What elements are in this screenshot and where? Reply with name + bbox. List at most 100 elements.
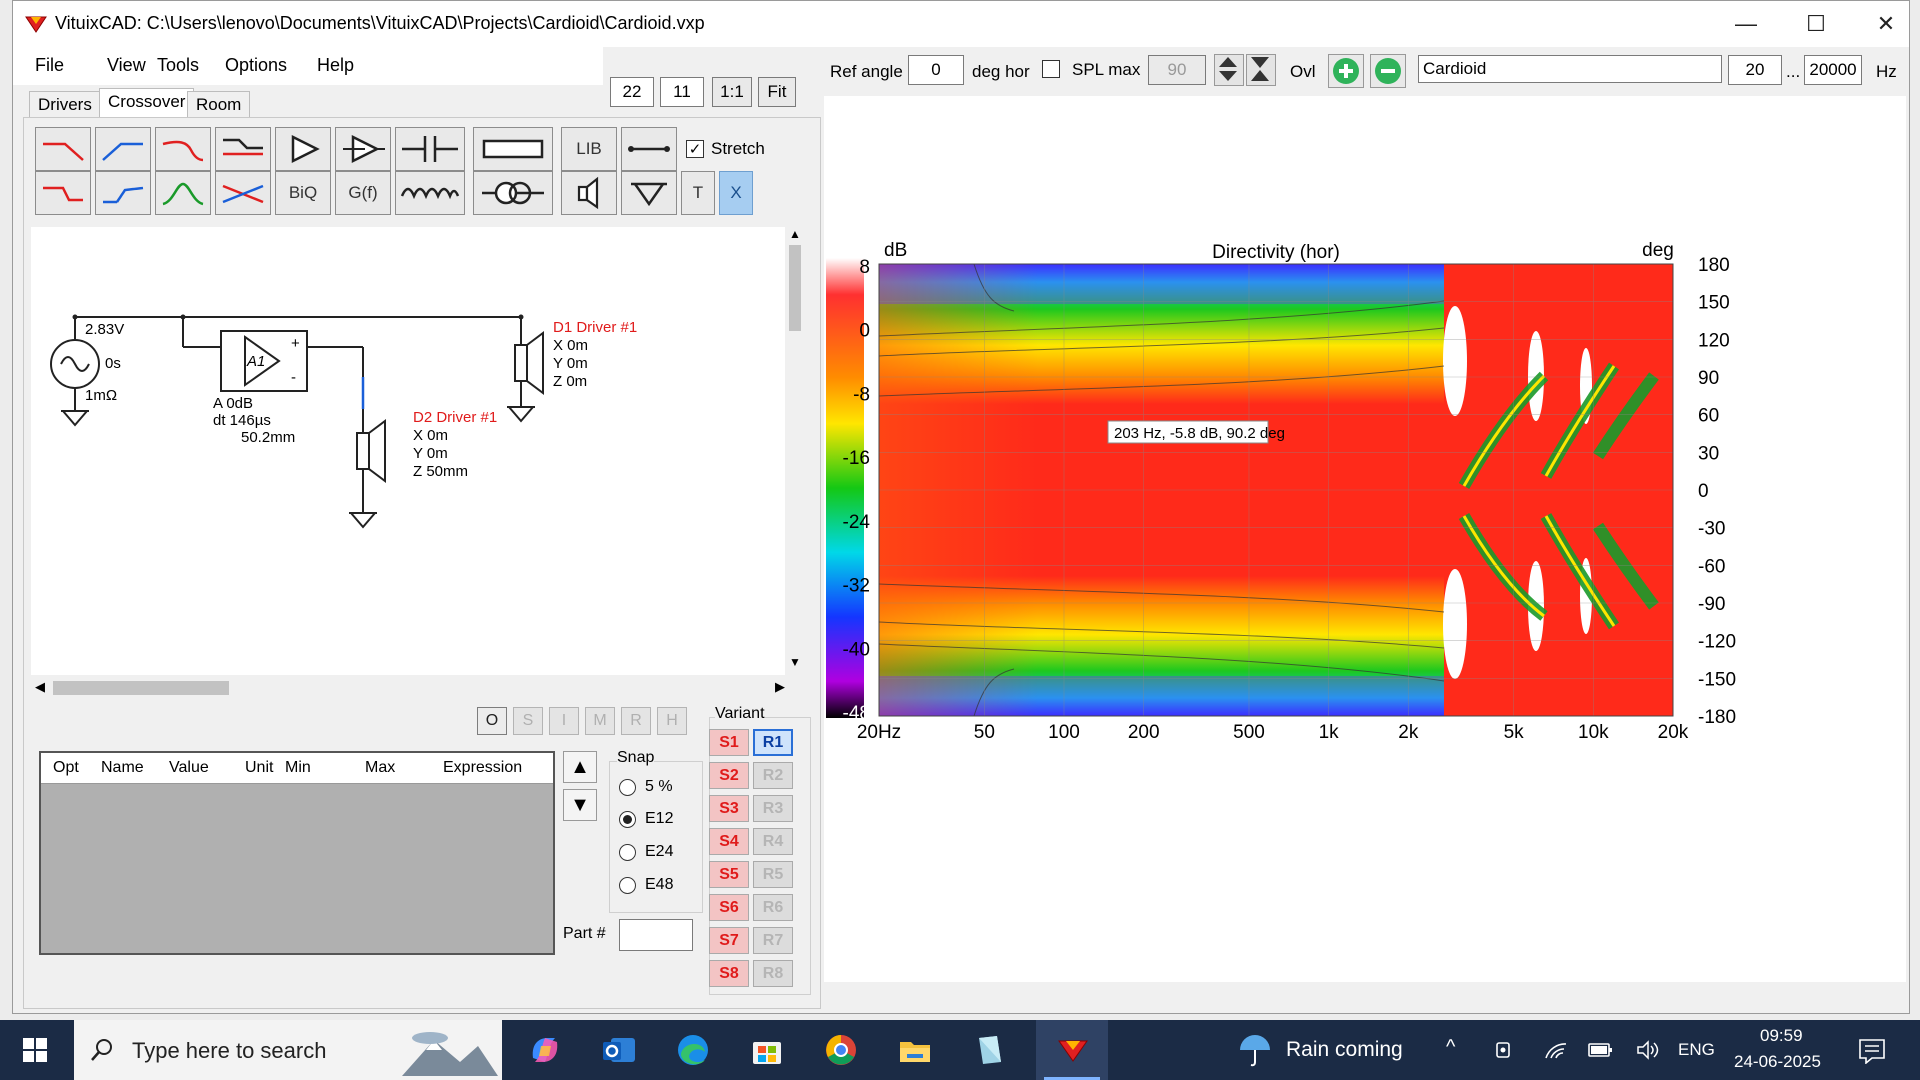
- vituixcad-taskbar-button[interactable]: [1036, 1020, 1108, 1080]
- meet-icon[interactable]: [1494, 1040, 1514, 1062]
- variant-r1-button[interactable]: R1: [753, 729, 793, 756]
- clock-time[interactable]: 09:59: [1760, 1026, 1803, 1046]
- chrome-taskbar-icon[interactable]: [818, 1028, 864, 1072]
- ref-angle-input[interactable]: 0: [908, 55, 964, 85]
- variant-r5-button[interactable]: R5: [753, 861, 793, 888]
- schematic-hscroll[interactable]: ◀ ▶: [31, 677, 793, 699]
- tab-crossover[interactable]: Crossover: [99, 88, 195, 118]
- driver-button[interactable]: [561, 171, 617, 215]
- inductor-button[interactable]: [395, 171, 465, 215]
- directivity-plot-panel[interactable]: 8 0 -8 -16 -24 -32 -40 -48 dB Directivit…: [824, 96, 1906, 982]
- col-name[interactable]: Name: [101, 759, 144, 777]
- zoom-input-b[interactable]: 11: [660, 77, 704, 107]
- weather-text[interactable]: Rain coming: [1286, 1038, 1403, 1062]
- notifications-icon[interactable]: [1858, 1038, 1886, 1064]
- volume-icon[interactable]: [1636, 1040, 1660, 1060]
- menu-tools[interactable]: Tools: [157, 55, 199, 76]
- show-hidden-icons[interactable]: ^: [1446, 1036, 1455, 1059]
- library-button[interactable]: LIB: [561, 127, 617, 171]
- maximize-button[interactable]: ☐: [1781, 1, 1851, 47]
- explorer-taskbar-icon[interactable]: [892, 1028, 938, 1072]
- variant-s8-button[interactable]: S8: [709, 960, 749, 987]
- mode-m-button[interactable]: M: [585, 707, 615, 735]
- directivity-chart[interactable]: 80-8-16-24-32-40-48 dB Directivity (hor)…: [824, 96, 1906, 982]
- scale-up-down-button[interactable]: [1214, 54, 1244, 86]
- copilot-taskbar-icon[interactable]: [522, 1028, 568, 1072]
- tab-room[interactable]: Room: [187, 91, 251, 118]
- move-up-button[interactable]: ▲: [563, 751, 597, 783]
- variant-r6-button[interactable]: R6: [753, 894, 793, 921]
- d2-name[interactable]: D2 Driver #1: [413, 409, 497, 426]
- transformer-button[interactable]: [473, 171, 553, 215]
- weather-icon[interactable]: [1236, 1032, 1274, 1068]
- mode-r-button[interactable]: R: [621, 707, 651, 735]
- variant-r3-button[interactable]: R3: [753, 795, 793, 822]
- ground-button[interactable]: [621, 171, 677, 215]
- col-opt[interactable]: Opt: [53, 759, 79, 777]
- freq-min-input[interactable]: 20: [1728, 55, 1782, 85]
- biquad-button[interactable]: BiQ: [275, 171, 331, 215]
- hscroll-thumb[interactable]: [53, 681, 229, 695]
- variant-s5-button[interactable]: S5: [709, 861, 749, 888]
- menu-file[interactable]: File: [35, 55, 64, 76]
- lowpass-1-button[interactable]: [35, 171, 91, 215]
- variant-r2-button[interactable]: R2: [753, 762, 793, 789]
- close-button[interactable]: ✕: [1851, 1, 1909, 47]
- wifi-icon[interactable]: [1544, 1040, 1568, 1062]
- col-min[interactable]: Min: [285, 759, 311, 777]
- part-input[interactable]: [619, 919, 693, 951]
- variant-s3-button[interactable]: S3: [709, 795, 749, 822]
- variant-s1-button[interactable]: S1: [709, 729, 749, 756]
- battery-icon[interactable]: [1588, 1040, 1614, 1060]
- col-unit[interactable]: Unit: [245, 759, 273, 777]
- variant-r7-button[interactable]: R7: [753, 927, 793, 954]
- store-taskbar-icon[interactable]: [744, 1028, 790, 1072]
- amplifier-button[interactable]: [275, 127, 331, 171]
- freq-max-input[interactable]: 20000: [1804, 55, 1862, 85]
- scroll-up-icon[interactable]: ▲: [789, 227, 801, 241]
- vscroll-thumb[interactable]: [789, 245, 801, 331]
- stretch-checkbox[interactable]: ✓: [686, 140, 704, 158]
- clock-date[interactable]: 24-06-2025: [1734, 1052, 1821, 1072]
- schematic-canvas[interactable]: 2.83V 0s 1mΩ A1 + - A 0dB dt 146µs 50.2m…: [31, 227, 793, 675]
- menu-view[interactable]: View: [107, 55, 146, 76]
- snap-e48-radio[interactable]: [619, 877, 636, 894]
- variant-s6-button[interactable]: S6: [709, 894, 749, 921]
- scroll-down-icon[interactable]: ▼: [789, 655, 801, 669]
- minimize-button[interactable]: —: [1711, 1, 1781, 47]
- text-tool-button[interactable]: T: [681, 171, 715, 215]
- col-expression[interactable]: Expression: [443, 759, 522, 777]
- snap-e12-radio[interactable]: [619, 811, 636, 828]
- lowpass-2-button[interactable]: [155, 127, 211, 171]
- capacitor-button[interactable]: [395, 127, 465, 171]
- variant-s2-button[interactable]: S2: [709, 762, 749, 789]
- resistor-button[interactable]: [473, 127, 553, 171]
- move-down-button[interactable]: ▼: [563, 789, 597, 821]
- variant-r4-button[interactable]: R4: [753, 828, 793, 855]
- lowpass-filter-button[interactable]: [35, 127, 91, 171]
- variant-r8-button[interactable]: R8: [753, 960, 793, 987]
- taskbar-search[interactable]: Type here to search: [74, 1020, 502, 1080]
- spl-max-input[interactable]: 90: [1148, 55, 1206, 85]
- mode-i-button[interactable]: I: [549, 707, 579, 735]
- add-overlay-button[interactable]: [1328, 54, 1364, 88]
- mode-h-button[interactable]: H: [657, 707, 687, 735]
- title-bar[interactable]: VituixCAD: C:\Users\lenovo\Documents\Vit…: [13, 1, 1909, 47]
- scroll-left-icon[interactable]: ◀: [35, 679, 45, 695]
- crossover-pair-button[interactable]: [215, 171, 271, 215]
- language-indicator[interactable]: ENG: [1678, 1040, 1715, 1060]
- mode-o-button[interactable]: O: [477, 707, 507, 735]
- variant-s7-button[interactable]: S7: [709, 927, 749, 954]
- edge-taskbar-icon[interactable]: [670, 1028, 716, 1072]
- transfer-function-button[interactable]: G(f): [335, 171, 391, 215]
- bandpass-button[interactable]: [155, 171, 211, 215]
- schematic-vscroll[interactable]: ▲ ▼: [785, 227, 805, 675]
- zoom-1to1-button[interactable]: 1:1: [712, 77, 752, 107]
- shelf-filter-button[interactable]: [215, 127, 271, 171]
- menu-options[interactable]: Options: [225, 55, 287, 76]
- outlook-taskbar-icon[interactable]: [596, 1028, 642, 1072]
- zoom-input-a[interactable]: 22: [610, 77, 654, 107]
- snap-e24-radio[interactable]: [619, 844, 636, 861]
- d1-name[interactable]: D1 Driver #1: [553, 319, 637, 336]
- start-button[interactable]: [12, 1028, 58, 1072]
